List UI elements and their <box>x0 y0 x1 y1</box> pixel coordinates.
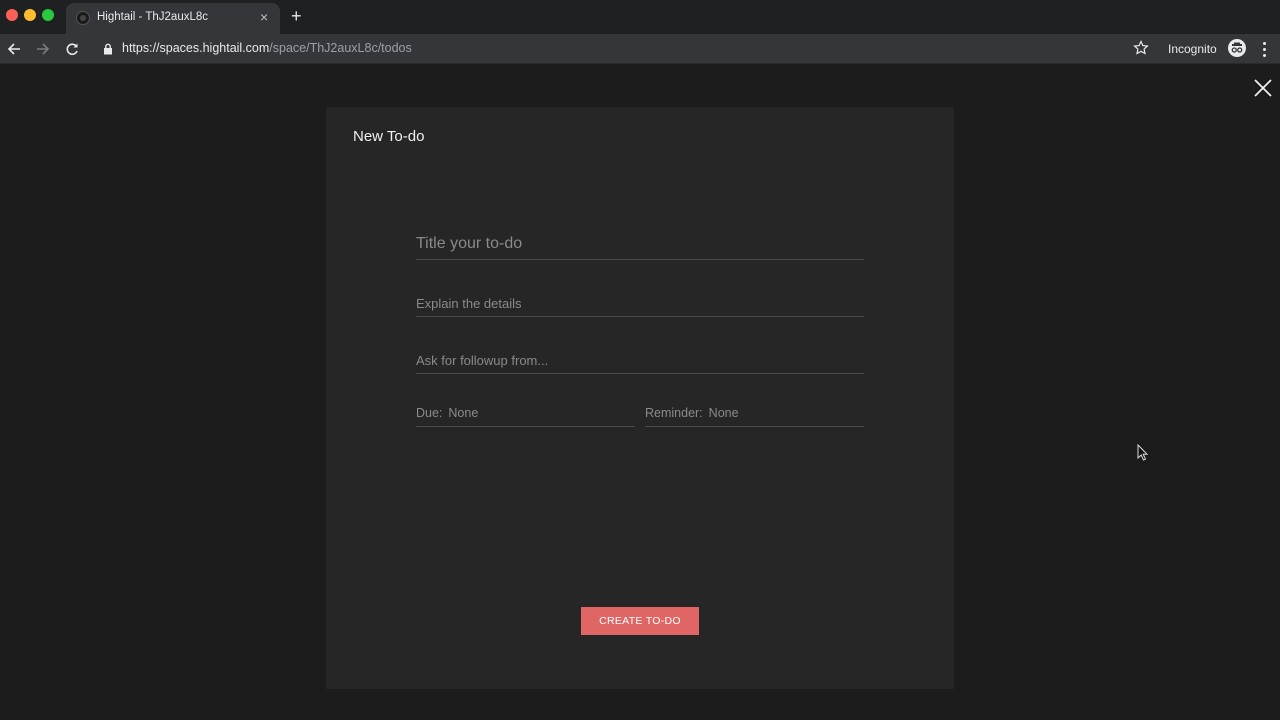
window-zoom-dot[interactable] <box>42 9 54 21</box>
page-overlay: New To-do Due: None Reminder: None CREATE … <box>0 65 1280 720</box>
followup-input[interactable] <box>416 348 864 373</box>
todo-details-field <box>416 291 864 317</box>
browser-toolbar: https://spaces.hightail.com/space/ThJ2au… <box>0 34 1280 64</box>
new-todo-modal: New To-do Due: None Reminder: None CREATE … <box>326 107 954 689</box>
reminder-picker[interactable]: Reminder: None <box>645 404 864 427</box>
browser-tab[interactable]: Hightail - ThJ2auxL8c × <box>66 3 280 34</box>
tab-strip: Hightail - ThJ2auxL8c × + <box>0 0 1280 34</box>
followup-field <box>416 348 864 374</box>
due-value: None <box>448 406 479 420</box>
window-close-dot[interactable] <box>6 9 18 21</box>
close-icon[interactable] <box>1253 78 1273 98</box>
window-minimize-dot[interactable] <box>24 9 36 21</box>
due-date-picker[interactable]: Due: None <box>416 404 635 427</box>
back-arrow-icon[interactable] <box>4 39 24 59</box>
todo-details-input[interactable] <box>416 291 864 316</box>
url-host: https://spaces.hightail.com <box>122 41 270 55</box>
star-icon[interactable] <box>1133 40 1149 61</box>
mouse-cursor-icon <box>1137 443 1149 466</box>
forward-arrow-icon[interactable] <box>33 39 53 59</box>
new-tab-button[interactable]: + <box>291 6 302 26</box>
todo-title-input[interactable] <box>416 229 864 259</box>
incognito-icon[interactable] <box>1228 39 1246 57</box>
due-label: Due: <box>416 406 443 420</box>
modal-title: New To-do <box>353 128 425 145</box>
reload-icon[interactable] <box>62 39 82 59</box>
create-todo-button[interactable]: CREATE TO-DO <box>581 607 699 635</box>
lock-icon[interactable] <box>103 42 113 60</box>
reminder-label: Reminder: <box>645 406 703 420</box>
reminder-value: None <box>708 406 739 420</box>
menu-dots-icon[interactable] <box>1258 39 1272 59</box>
url-path: /space/ThJ2auxL8c/todos <box>269 41 412 55</box>
todo-title-field <box>416 229 864 260</box>
tab-title: Hightail - ThJ2auxL8c <box>97 11 209 23</box>
hightail-favicon-icon <box>76 11 90 25</box>
address-bar[interactable]: https://spaces.hightail.com/space/ThJ2au… <box>122 41 412 55</box>
incognito-label: Incognito <box>1168 42 1217 56</box>
tab-close-icon[interactable]: × <box>260 9 268 25</box>
